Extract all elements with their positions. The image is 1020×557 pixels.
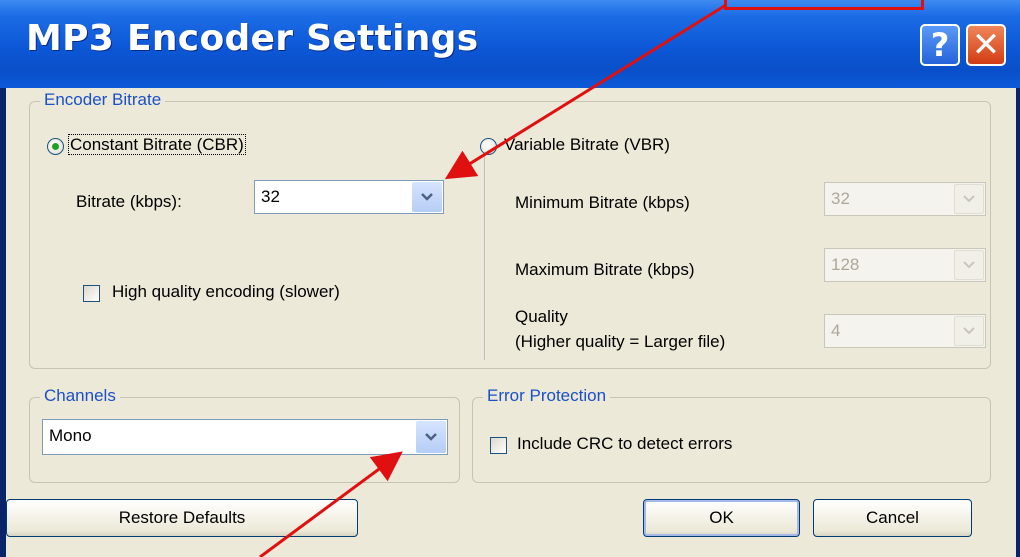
cbr-radio[interactable] xyxy=(47,138,64,155)
min-bitrate-value: 32 xyxy=(831,189,850,208)
encoder-bitrate-group: Encoder Bitrate Constant Bitrate (CBR) B… xyxy=(29,90,991,369)
quality-sublabel: (Higher quality = Larger file) xyxy=(515,332,726,351)
close-button[interactable]: ✕ xyxy=(966,24,1006,66)
channels-select[interactable]: Mono xyxy=(42,419,448,455)
bitrate-label: Bitrate (kbps): xyxy=(76,192,182,211)
chevron-down-icon[interactable] xyxy=(954,250,984,280)
bitrate-value: 32 xyxy=(261,187,280,206)
channels-group: Channels Mono xyxy=(29,386,460,483)
channels-label: Channels xyxy=(40,386,120,406)
radio-selected-dot xyxy=(52,143,59,150)
max-bitrate-select[interactable]: 128 xyxy=(824,248,986,282)
annotation-box xyxy=(724,0,924,10)
chevron-down-icon[interactable] xyxy=(416,421,446,453)
crc-checkbox[interactable] xyxy=(490,437,507,454)
error-protection-group: Error Protection Include CRC to detect e… xyxy=(472,386,991,483)
chevron-down-icon[interactable] xyxy=(954,316,984,346)
quality-select[interactable]: 4 xyxy=(824,314,986,348)
high-quality-label[interactable]: High quality encoding (slower) xyxy=(112,282,340,302)
chevron-down-icon[interactable] xyxy=(954,184,984,214)
window-title: MP3 Encoder Settings xyxy=(26,18,479,59)
vbr-label[interactable]: Variable Bitrate (VBR) xyxy=(504,135,670,155)
error-protection-label: Error Protection xyxy=(483,386,611,406)
cbr-label[interactable]: Constant Bitrate (CBR) xyxy=(68,134,246,155)
title-bar[interactable]: MP3 Encoder Settings ? ✕ xyxy=(0,0,1020,88)
high-quality-checkbox[interactable] xyxy=(83,285,100,302)
chevron-down-icon[interactable] xyxy=(412,182,442,212)
quality-value: 4 xyxy=(831,321,841,340)
cancel-button[interactable]: Cancel xyxy=(813,499,972,537)
close-icon: ✕ xyxy=(971,25,1001,65)
max-bitrate-label: Maximum Bitrate (kbps) xyxy=(515,260,695,279)
restore-defaults-button[interactable]: Restore Defaults xyxy=(6,499,358,537)
group-divider xyxy=(484,140,486,360)
quality-label: Quality xyxy=(515,307,568,326)
channels-value: Mono xyxy=(49,426,92,445)
encoder-bitrate-label: Encoder Bitrate xyxy=(40,90,166,110)
help-button[interactable]: ? xyxy=(920,24,960,66)
min-bitrate-label: Minimum Bitrate (kbps) xyxy=(515,193,690,212)
ok-button[interactable]: OK xyxy=(643,499,800,537)
vbr-radio[interactable] xyxy=(480,138,497,155)
dialog-window: MP3 Encoder Settings ? ✕ Encoder Bitrate… xyxy=(0,0,1020,557)
min-bitrate-select[interactable]: 32 xyxy=(824,182,986,216)
dialog-client-area: Encoder Bitrate Constant Bitrate (CBR) B… xyxy=(6,88,1016,557)
help-icon: ? xyxy=(930,26,950,64)
bitrate-select[interactable]: 32 xyxy=(254,180,444,214)
max-bitrate-value: 128 xyxy=(831,255,860,274)
crc-label[interactable]: Include CRC to detect errors xyxy=(517,434,732,454)
